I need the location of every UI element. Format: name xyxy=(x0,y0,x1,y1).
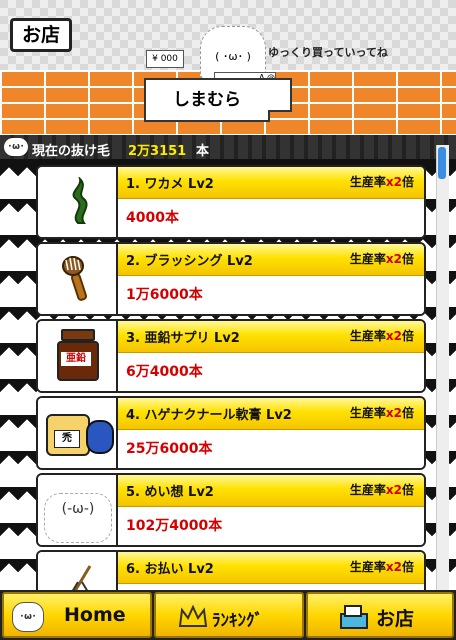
cash-register: ¥ 000 xyxy=(146,50,184,68)
shop-item-zinc[interactable]: 亜鉛 3. 亜鉛サプリ Lv2 生産率x2倍 6万4000本 xyxy=(36,319,426,393)
bottom-nav: ･ω･ Home ﾗﾝｷﾝｸﾞ お店 xyxy=(0,590,456,640)
rate-unit: 倍 xyxy=(401,175,414,189)
shop-counter-name: しまむら xyxy=(144,78,270,122)
rate-unit: 倍 xyxy=(401,252,414,266)
item-name: 5. めい想 Lv2 xyxy=(126,485,214,500)
shop-item-seaweed[interactable]: 1. ワカメ Lv2 生産率x2倍 4000本 xyxy=(36,165,426,239)
shop-item-brushing[interactable]: 2. ブラッシング Lv2 生産率x2倍 1万6000本 xyxy=(36,242,426,316)
shop-tab-label: お店 xyxy=(376,608,415,630)
shop-item-purification[interactable]: 6. お払い Lv2 生産率x2倍 xyxy=(36,550,426,590)
shop-item-meditation[interactable]: (-ω-) 5. めい想 Lv2 生産率x2倍 102万4000本 xyxy=(36,473,426,547)
ointment-label: 禿 xyxy=(54,430,80,448)
meditation-face: (-ω-) xyxy=(61,501,95,517)
home-tab[interactable]: ･ω･ Home xyxy=(2,592,152,638)
item-header: 2. ブラッシング Lv2 生産率x2倍 xyxy=(118,244,424,276)
hair-count-unit: 本 xyxy=(196,144,210,159)
rate-label: 生産率 xyxy=(349,483,386,497)
item-rate: 生産率x2倍 xyxy=(350,173,414,190)
item-name: 3. 亜鉛サプリ Lv2 xyxy=(126,331,240,346)
rate-label: 生産率 xyxy=(349,252,386,266)
register-icon xyxy=(340,605,368,629)
hair-count-bar: ･ω･ 現在の抜け毛 2万3151 本 xyxy=(0,135,456,163)
rate-label: 生産率 xyxy=(349,406,386,420)
rate-unit: 倍 xyxy=(401,406,414,420)
rate-multiplier: x2 xyxy=(385,252,402,266)
shopkeeper-greeting: ゆっくり買っていってね xyxy=(268,46,388,59)
rate-unit: 倍 xyxy=(401,560,414,574)
zinc-label: 亜鉛 xyxy=(61,352,91,366)
meditation-icon: (-ω-) xyxy=(44,493,112,543)
item-thumbnail xyxy=(38,244,118,314)
ranking-tab[interactable]: ﾗﾝｷﾝｸﾞ xyxy=(154,592,304,638)
item-thumbnail xyxy=(38,167,118,237)
item-cost: 102万4000本 xyxy=(118,507,424,545)
rate-label: 生産率 xyxy=(349,175,386,189)
list-scrollbar-thumb[interactable] xyxy=(438,147,446,179)
hair-count-label: 現在の抜け毛 xyxy=(32,144,111,159)
rate-label: 生産率 xyxy=(349,560,386,574)
purification-wand-icon xyxy=(72,565,92,590)
item-name: 1. ワカメ Lv2 xyxy=(126,177,214,192)
shop-item-ointment[interactable]: 禿 4. ハゲナクナール軟膏 Lv2 生産率x2倍 25万6000本 xyxy=(36,396,426,470)
shop-title-button[interactable]: お店 xyxy=(10,18,72,52)
item-thumbnail: 禿 xyxy=(38,398,118,468)
item-cost: 1万6000本 xyxy=(118,276,424,314)
list-scrollbar[interactable] xyxy=(436,145,449,590)
item-thumbnail xyxy=(38,552,118,590)
item-name: 2. ブラッシング Lv2 xyxy=(126,254,253,269)
shop-item-list[interactable]: 1. ワカメ Lv2 生産率x2倍 4000本 2. ブラッシング Lv2 生産… xyxy=(0,163,456,590)
item-thumbnail: 亜鉛 xyxy=(38,321,118,391)
item-rate: 生産率x2倍 xyxy=(350,404,414,421)
rate-multiplier: x2 xyxy=(385,483,402,497)
brush-icon xyxy=(62,256,88,301)
item-name: 6. お払い Lv2 xyxy=(126,562,214,577)
item-rate: 生産率x2倍 xyxy=(350,250,414,267)
item-header: 5. めい想 Lv2 生産率x2倍 xyxy=(118,475,424,507)
ranking-tab-label: ﾗﾝｷﾝｸﾞ xyxy=(212,611,263,631)
item-header: 6. お払い Lv2 生産率x2倍 xyxy=(118,552,424,584)
rate-multiplier: x2 xyxy=(385,329,402,343)
rate-unit: 倍 xyxy=(401,483,414,497)
item-rate: 生産率x2倍 xyxy=(350,558,414,575)
mascot-home-icon: ･ω･ xyxy=(12,602,44,632)
zinc-supplement-icon: 亜鉛 xyxy=(56,329,100,381)
rate-multiplier: x2 xyxy=(385,406,402,420)
crown-icon xyxy=(178,604,208,627)
item-header: 3. 亜鉛サプリ Lv2 生産率x2倍 xyxy=(118,321,424,353)
shop-header: お店 ゆっくり買っていってね ¥ 000 ( ･ω･ ) A @ しまむら xyxy=(0,0,456,135)
item-cost: 25万6000本 xyxy=(118,430,424,468)
item-cost: 4000本 xyxy=(118,199,424,237)
rate-unit: 倍 xyxy=(401,329,414,343)
counter-side xyxy=(268,78,292,112)
shop-tab[interactable]: お店 xyxy=(306,592,454,638)
item-header: 4. ハゲナクナール軟膏 Lv2 生産率x2倍 xyxy=(118,398,424,430)
ointment-icon: 禿 xyxy=(46,408,114,456)
item-header: 1. ワカメ Lv2 生産率x2倍 xyxy=(118,167,424,199)
item-rate: 生産率x2倍 xyxy=(350,481,414,498)
seaweed-icon xyxy=(72,177,88,224)
rate-multiplier: x2 xyxy=(385,560,402,574)
item-thumbnail: (-ω-) xyxy=(38,475,118,545)
hair-count-value: 2万3151 xyxy=(128,144,187,159)
rate-label: 生産率 xyxy=(349,329,386,343)
home-tab-label: Home xyxy=(64,604,126,626)
item-rate: 生産率x2倍 xyxy=(350,327,414,344)
rate-multiplier: x2 xyxy=(385,175,402,189)
item-cost: 6万4000本 xyxy=(118,353,424,391)
item-name: 4. ハゲナクナール軟膏 Lv2 xyxy=(126,408,292,423)
mascot-face-icon: ･ω･ xyxy=(4,138,28,156)
